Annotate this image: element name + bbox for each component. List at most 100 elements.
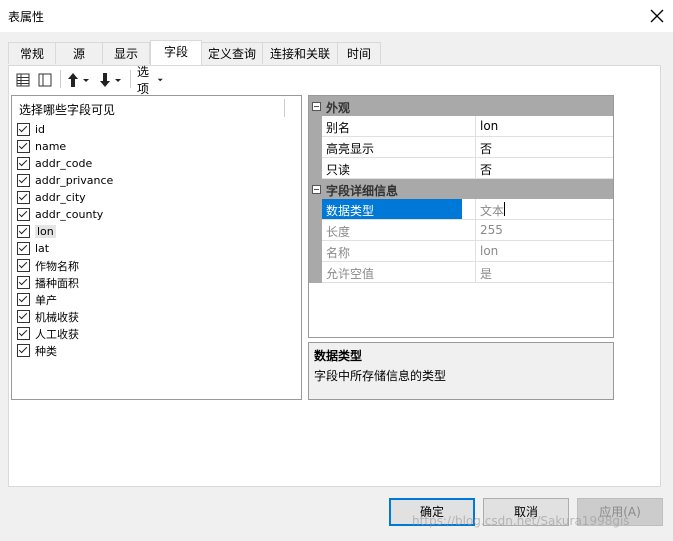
field-label: name bbox=[35, 140, 67, 153]
collapse-icon[interactable] bbox=[312, 102, 321, 111]
tab-label: 源 bbox=[72, 47, 85, 61]
tab-label: 显示 bbox=[113, 47, 138, 61]
tab-label: 连接和关联 bbox=[269, 47, 330, 61]
description-title: 数据类型 bbox=[314, 349, 363, 363]
text-cursor bbox=[504, 202, 505, 216]
tab-display[interactable]: 显示 bbox=[102, 42, 150, 64]
tab-joins-relates[interactable]: 连接和关联 bbox=[262, 42, 338, 64]
field-label: 机械收获 bbox=[35, 310, 79, 324]
checkbox-checked[interactable] bbox=[17, 140, 30, 153]
field-label: addr_county bbox=[35, 208, 104, 221]
property-value[interactable]: lon bbox=[480, 119, 498, 133]
property-name: 只读 bbox=[326, 163, 351, 177]
collapse-icon[interactable] bbox=[312, 185, 321, 194]
property-name: 允许空值 bbox=[326, 267, 375, 281]
checkbox-checked[interactable] bbox=[17, 293, 30, 306]
property-row[interactable]: 允许空值 是 bbox=[322, 262, 613, 283]
field-label: 单产 bbox=[35, 293, 57, 307]
field-label: 播种面积 bbox=[35, 276, 79, 290]
watermark: https://blog.csdn.net/Sakura1998gis bbox=[412, 514, 630, 528]
tab-label: 字段 bbox=[163, 45, 188, 59]
category-field-details[interactable]: 字段详细信息 bbox=[309, 179, 613, 199]
checkbox-checked[interactable] bbox=[17, 225, 30, 238]
property-value[interactable]: 否 bbox=[480, 161, 492, 178]
category-title: 字段详细信息 bbox=[326, 184, 399, 198]
list-view-icon[interactable] bbox=[38, 70, 52, 90]
field-item[interactable]: 播种面积 bbox=[17, 274, 79, 291]
list-header: 选择哪些字段可见 bbox=[19, 103, 116, 117]
property-value: 是 bbox=[480, 267, 493, 281]
checkbox-checked[interactable] bbox=[17, 174, 30, 187]
checkbox-checked[interactable] bbox=[17, 344, 30, 357]
tab-definition-query[interactable]: 定义查询 bbox=[201, 42, 263, 64]
field-label: addr_code bbox=[35, 157, 93, 170]
toolbar-separator bbox=[60, 70, 61, 88]
move-down-icon[interactable] bbox=[98, 70, 122, 90]
property-name: 名称 bbox=[326, 246, 351, 260]
chevron-down-icon bbox=[157, 78, 163, 82]
field-item[interactable]: 作物名称 bbox=[17, 257, 79, 274]
checkbox-checked[interactable] bbox=[17, 276, 30, 289]
property-row[interactable]: 高亮显示 否 bbox=[322, 137, 613, 158]
tab-label: 常规 bbox=[19, 47, 44, 61]
property-name: 长度 bbox=[326, 225, 351, 239]
field-item-selected[interactable]: lon bbox=[17, 223, 56, 240]
field-item[interactable]: addr_county bbox=[17, 206, 103, 223]
checkbox-checked[interactable] bbox=[17, 157, 30, 170]
property-row[interactable]: 名称 lon bbox=[322, 241, 613, 262]
description-text: 字段中所存储信息的类型 bbox=[314, 369, 447, 383]
tab-time[interactable]: 时间 bbox=[337, 42, 381, 64]
table-properties-dialog: 表属性 常规 源 显示 字段 定义查询 连接和关联 时间 选项 选择哪些字段可见… bbox=[0, 0, 673, 541]
checkbox-checked[interactable] bbox=[17, 191, 30, 204]
tab-source[interactable]: 源 bbox=[55, 42, 103, 64]
field-item[interactable]: addr_privance bbox=[17, 172, 113, 189]
field-label: 人工收获 bbox=[35, 327, 79, 341]
property-row[interactable]: 别名 lon bbox=[322, 116, 613, 137]
property-row[interactable]: 长度 255 bbox=[322, 220, 613, 241]
grid-gutter bbox=[309, 116, 322, 179]
tab-general[interactable]: 常规 bbox=[8, 42, 56, 64]
field-item[interactable]: id bbox=[17, 121, 45, 138]
checkbox-checked[interactable] bbox=[17, 242, 30, 255]
dialog-title: 表属性 bbox=[8, 10, 45, 24]
checkbox-checked[interactable] bbox=[17, 123, 30, 136]
property-row[interactable]: 只读 否 bbox=[322, 158, 613, 179]
tab-fields[interactable]: 字段 bbox=[150, 40, 202, 65]
field-item[interactable]: addr_code bbox=[17, 155, 92, 172]
close-icon[interactable] bbox=[647, 6, 667, 26]
checkbox-checked[interactable] bbox=[17, 310, 30, 323]
property-value: lon bbox=[480, 244, 499, 258]
header-divider bbox=[284, 99, 285, 117]
property-description: 数据类型 字段中所存储信息的类型 bbox=[308, 342, 614, 400]
field-visibility-list[interactable]: 选择哪些字段可见 id name addr_code addr_privance… bbox=[11, 95, 302, 400]
field-label: 作物名称 bbox=[35, 259, 79, 273]
field-item[interactable]: 人工收获 bbox=[17, 325, 79, 342]
field-item[interactable]: lat bbox=[17, 240, 49, 257]
checkbox-checked[interactable] bbox=[17, 208, 30, 221]
options-label: 选项 bbox=[137, 65, 150, 96]
category-appearance[interactable]: 外观 bbox=[309, 96, 613, 116]
toolbar-separator bbox=[130, 70, 131, 88]
checkbox-checked[interactable] bbox=[17, 327, 30, 340]
property-value[interactable]: 否 bbox=[480, 140, 492, 157]
field-label: 种类 bbox=[35, 344, 57, 358]
property-row-selected[interactable]: 数据类型 文本 bbox=[322, 199, 613, 220]
property-value[interactable]: 文本 bbox=[480, 202, 504, 219]
checkbox-checked[interactable] bbox=[17, 259, 30, 272]
property-value: 255 bbox=[480, 223, 503, 237]
grid-gutter bbox=[309, 199, 322, 283]
options-menu[interactable]: 选项 bbox=[137, 65, 163, 96]
tab-label: 时间 bbox=[346, 47, 371, 61]
field-item[interactable]: 单产 bbox=[17, 291, 57, 308]
field-label: lon bbox=[35, 225, 56, 238]
tab-label: 定义查询 bbox=[207, 47, 256, 61]
field-item[interactable]: addr_city bbox=[17, 189, 86, 206]
field-item[interactable]: 机械收获 bbox=[17, 308, 79, 325]
category-title: 外观 bbox=[326, 101, 351, 115]
field-item[interactable]: 种类 bbox=[17, 342, 57, 359]
field-item[interactable]: name bbox=[17, 138, 66, 155]
move-up-icon[interactable] bbox=[66, 70, 90, 90]
table-view-icon[interactable] bbox=[16, 70, 30, 90]
field-label: lat bbox=[35, 242, 50, 255]
field-label: addr_city bbox=[35, 191, 86, 204]
